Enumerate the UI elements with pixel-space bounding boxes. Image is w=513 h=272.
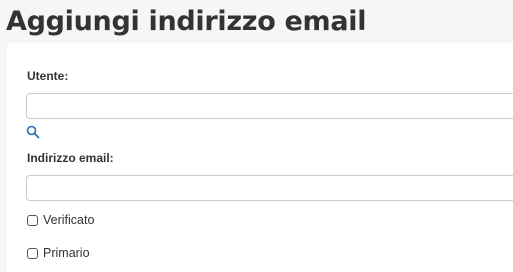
add-email-form: Utente: Indirizzo email: Verificato Prim…	[7, 43, 513, 272]
verified-checkbox-row[interactable]: Verificato	[27, 213, 94, 227]
verified-label: Verificato	[43, 213, 95, 227]
search-icon[interactable]	[26, 124, 40, 139]
email-field-label: Indirizzo email:	[27, 151, 114, 165]
primary-label: Primario	[43, 246, 90, 260]
search-icon-glyph	[26, 125, 40, 139]
primary-checkbox-row[interactable]: Primario	[27, 246, 90, 260]
page-title: Aggiungi indirizzo email	[6, 6, 367, 37]
email-input[interactable]	[26, 175, 513, 201]
verified-checkbox[interactable]	[27, 214, 38, 226]
user-field-label: Utente:	[27, 69, 69, 83]
user-input[interactable]	[26, 93, 513, 119]
primary-checkbox[interactable]	[27, 247, 38, 259]
